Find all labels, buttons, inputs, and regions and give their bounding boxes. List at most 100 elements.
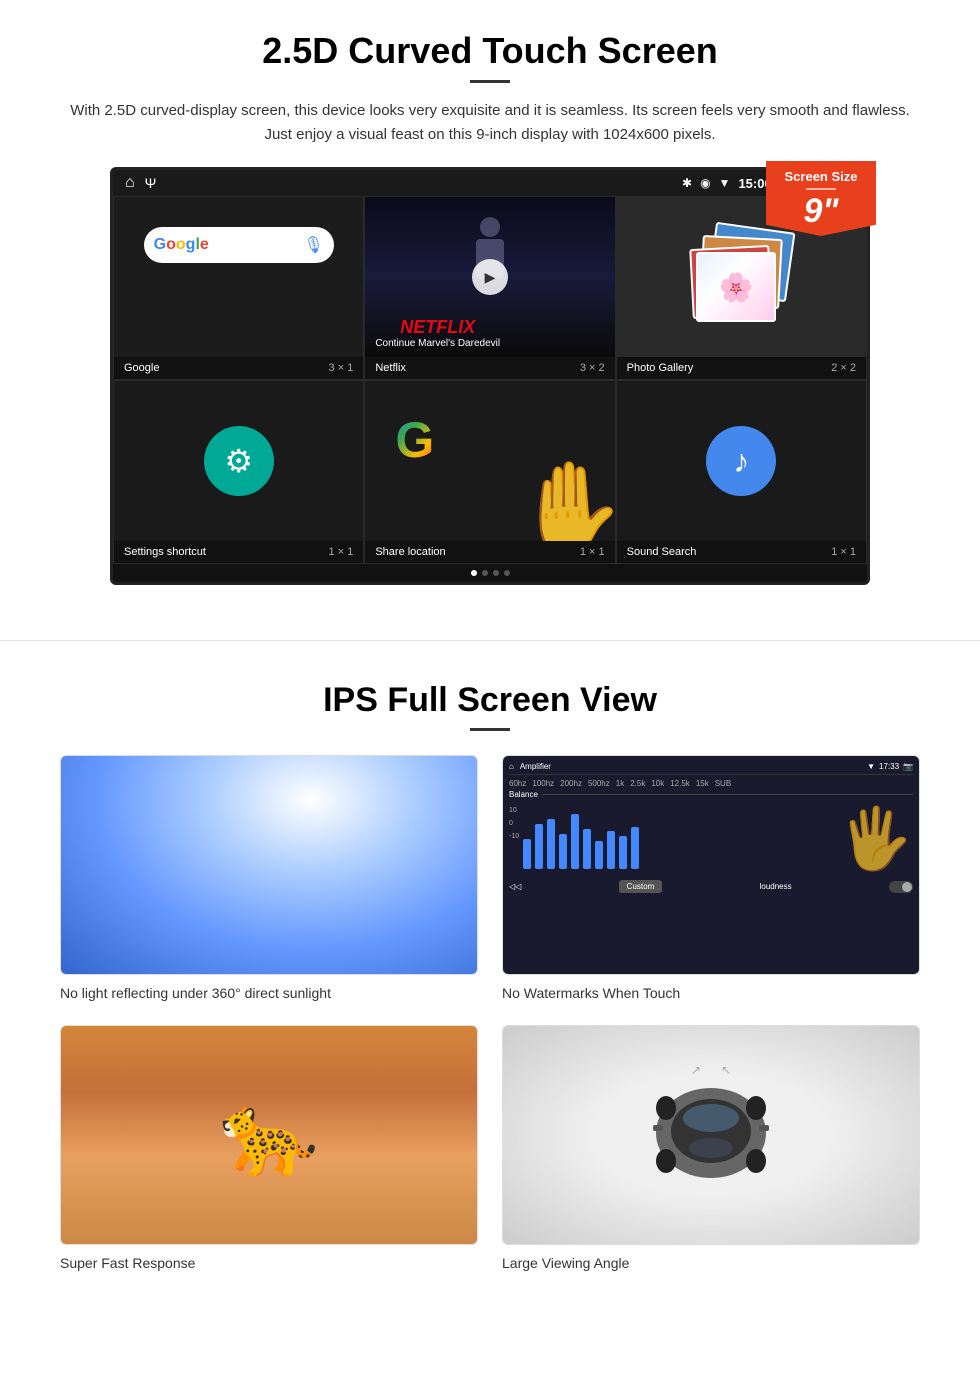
amp-wifi: ▼ (867, 762, 875, 771)
amp-custom-btn: Custom (619, 880, 663, 893)
gallery-label-row: Photo Gallery 2 × 2 (617, 357, 866, 379)
amp-hand-icon: 🖐 (838, 803, 913, 874)
car-svg (631, 1073, 791, 1193)
feature-label-car: Large Viewing Angle (502, 1255, 920, 1271)
status-bar: ⌂ Ψ ✱ ◉ ▼ 15:06 📷 🔊 ⊠ ▭ (113, 170, 867, 196)
screen-size-badge: Screen Size 9" (766, 161, 876, 236)
feature-img-car: ↗ ↖ (502, 1025, 920, 1245)
amp-status-icons: ▼ 17:33 📷 (867, 762, 913, 771)
google-content: Google 🎙 (114, 197, 363, 357)
app-grid-row2: ⚙ Settings shortcut 1 × 1 G 🤚 Share loca… (113, 380, 867, 564)
hand-icon: 🤚 (513, 456, 615, 541)
amp-bar-6 (583, 829, 591, 869)
page-dots (113, 564, 867, 582)
settings-app-size: 1 × 1 (329, 546, 354, 558)
netflix-app-size: 3 × 2 (580, 362, 605, 374)
car-arrows: ↗ ↖ (691, 1063, 731, 1077)
amp-home-icon: ⌂ (509, 762, 514, 771)
netflix-play-button[interactable]: ▶ (472, 259, 508, 295)
feature-sunlight: No light reflecting under 360° direct su… (60, 755, 478, 1001)
app-cell-google[interactable]: Google 🎙 Google 3 × 1 (113, 196, 364, 380)
feature-cheetah: 🐆 Super Fast Response (60, 1025, 478, 1271)
dot-4 (504, 570, 510, 576)
badge-size-number: 9" (776, 194, 866, 228)
location-icon: ◉ (700, 176, 710, 190)
app-cell-settings[interactable]: ⚙ Settings shortcut 1 × 1 (113, 380, 364, 564)
amp-header: ⌂ Amplifier ▼ 17:33 📷 (509, 762, 913, 775)
app-grid: Google 🎙 Google 3 × 1 (113, 196, 867, 380)
google-app-size: 3 × 1 (329, 362, 354, 374)
sound-content: ♪ (617, 381, 866, 541)
feature-label-cheetah: Super Fast Response (60, 1255, 478, 1271)
google-logo: Google (154, 236, 209, 254)
gallery-app-name: Photo Gallery (627, 362, 694, 374)
share-label-row: Share location 1 × 1 (365, 541, 614, 563)
share-app-size: 1 × 1 (580, 546, 605, 558)
settings-icon: ⚙ (204, 426, 274, 496)
amp-time: 17:33 (879, 762, 899, 771)
device-screen: ⌂ Ψ ✱ ◉ ▼ 15:06 📷 🔊 ⊠ ▭ (110, 167, 870, 585)
dot-2 (482, 570, 488, 576)
app-cell-share[interactable]: G 🤚 Share location 1 × 1 (364, 380, 615, 564)
google-app-name: Google (124, 362, 159, 374)
section-ips: IPS Full Screen View No light reflecting… (0, 671, 980, 1301)
amp-freq-labels: 60hz100hz200hz500hz1k2.5k10k12.5k15kSUB (509, 779, 913, 788)
badge-divider (806, 188, 836, 190)
amp-bar-5 (571, 814, 579, 869)
section2-underline (470, 728, 510, 731)
section1-description: With 2.5D curved-display screen, this de… (60, 99, 920, 147)
app-cell-netflix[interactable]: ▶ NETFLIX Continue Marvel's Daredevil Ne… (364, 196, 615, 380)
dot-1 (471, 570, 477, 576)
amp-bar-4 (559, 834, 567, 869)
sunlight-graphic (61, 756, 477, 974)
google-g-icon: G (395, 411, 434, 469)
sound-app-size: 1 × 1 (831, 546, 856, 558)
bluetooth-icon: ✱ (682, 176, 692, 190)
netflix-content: ▶ NETFLIX Continue Marvel's Daredevil (365, 197, 614, 357)
amp-toggle-knob (902, 882, 912, 892)
section1-title: 2.5D Curved Touch Screen (60, 30, 920, 72)
screen-mockup-wrapper: Screen Size 9" ⌂ Ψ ✱ ◉ ▼ 15:06 📷 🔊 ⊠ (110, 167, 870, 585)
feature-img-amplifier: ⌂ Amplifier ▼ 17:33 📷 60hz100hz200hz500h… (502, 755, 920, 975)
dot-3 (493, 570, 499, 576)
cheetah-emoji: 🐆 (219, 1088, 319, 1182)
amp-sliders: 🖐 (523, 803, 913, 874)
amp-bar-10 (631, 827, 639, 869)
settings-app-name: Settings shortcut (124, 546, 206, 558)
share-app-name: Share location (375, 546, 445, 558)
settings-label-row: Settings shortcut 1 × 1 (114, 541, 363, 563)
amp-back-btn: ◁◁ (509, 882, 521, 891)
home-icon: ⌂ (125, 174, 135, 192)
google-search-bar[interactable]: Google 🎙 (144, 227, 334, 263)
feature-img-sunlight (60, 755, 478, 975)
amp-bar-3 (547, 819, 555, 869)
app-cell-sound[interactable]: ♪ Sound Search 1 × 1 (616, 380, 867, 564)
amplifier-graphic: ⌂ Amplifier ▼ 17:33 📷 60hz100hz200hz500h… (503, 756, 919, 974)
google-label-row: Google 3 × 1 (114, 357, 363, 379)
amp-bar-9 (619, 836, 627, 869)
amp-toggle[interactable] (889, 881, 913, 893)
amp-side-labels: 10 0 -10 (509, 803, 519, 874)
amp-bar-1 (523, 839, 531, 869)
google-mic-icon: 🎙 (303, 235, 323, 255)
settings-content: ⚙ (114, 381, 363, 541)
amp-bar-7 (595, 841, 603, 869)
title-underline (470, 80, 510, 83)
netflix-subtitle: Continue Marvel's Daredevil (375, 338, 500, 349)
section-divider (0, 640, 980, 641)
feature-label-sunlight: No light reflecting under 360° direct su… (60, 985, 478, 1001)
amp-main-area: 10 0 -10 (509, 803, 913, 874)
netflix-logo: NETFLIX (375, 317, 500, 338)
badge-label: Screen Size (776, 169, 866, 184)
photo-card-front: 🌸 (696, 252, 776, 322)
amp-loudness-label: loudness (760, 882, 792, 891)
amp-bar-8 (607, 831, 615, 869)
netflix-app-name: Netflix (375, 362, 406, 374)
sound-app-name: Sound Search (627, 546, 697, 558)
usb-icon: Ψ (145, 175, 157, 191)
amp-controls: Balance (509, 790, 913, 799)
amp-bottom: ◁◁ Custom loudness (509, 880, 913, 893)
feature-img-cheetah: 🐆 (60, 1025, 478, 1245)
features-grid: No light reflecting under 360° direct su… (60, 755, 920, 1271)
share-content: G 🤚 (365, 381, 614, 541)
